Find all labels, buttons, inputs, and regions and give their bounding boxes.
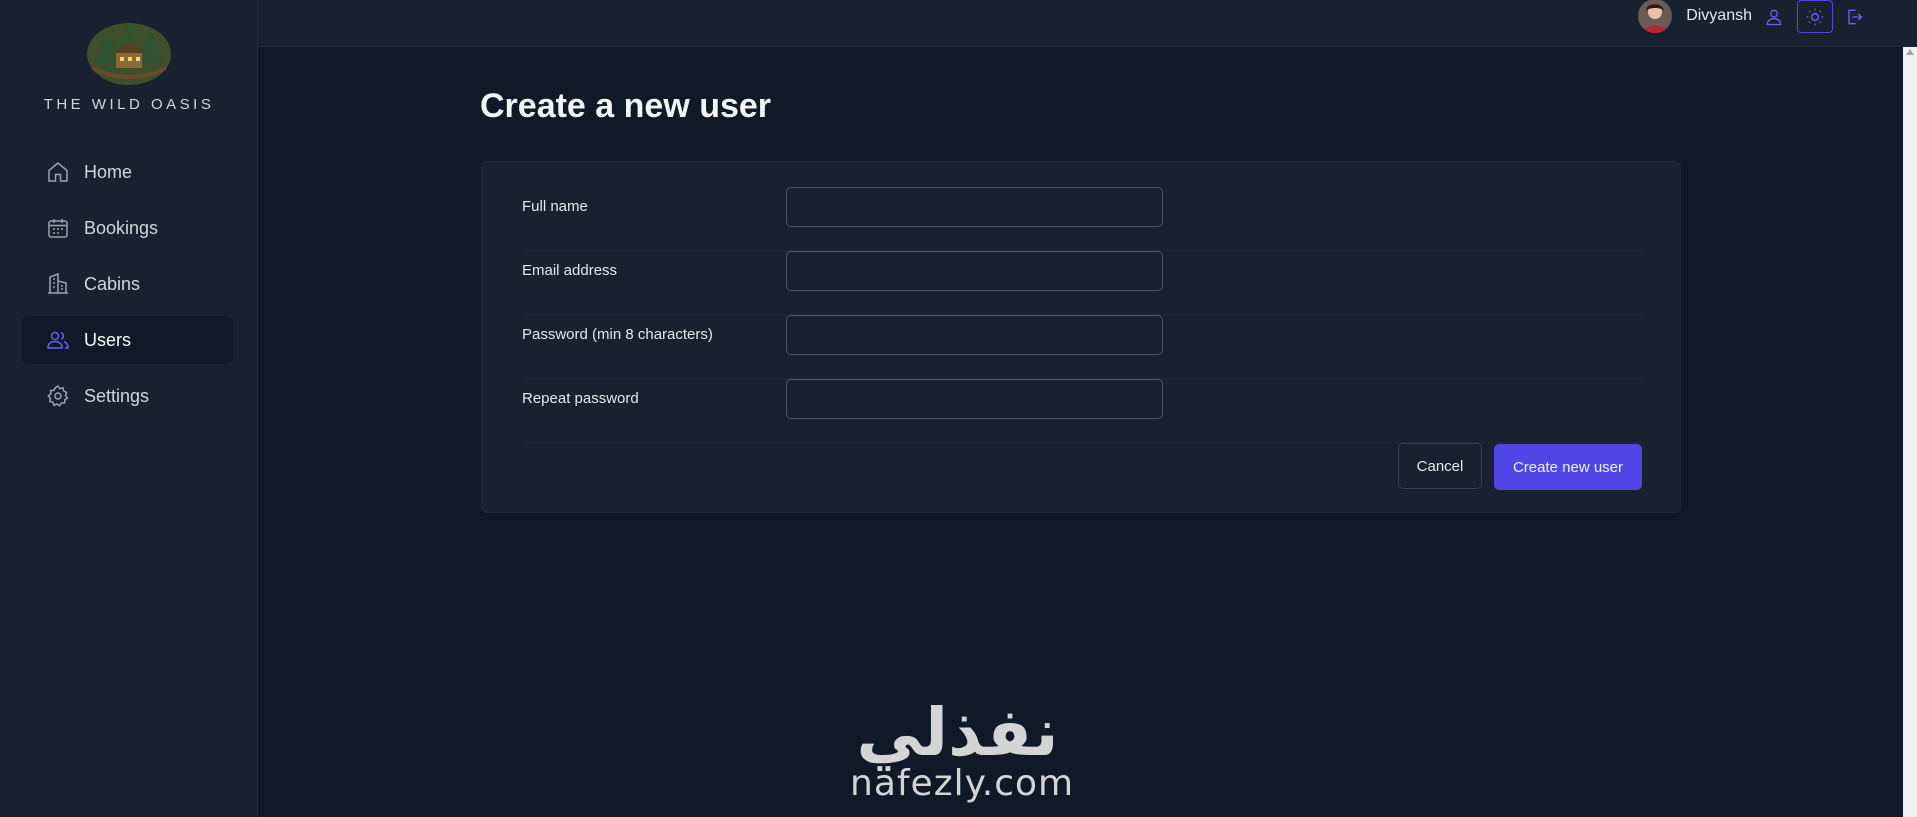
email-input[interactable]: [786, 251, 1163, 291]
main-nav: Home Bookings Cabins Users Settings: [22, 148, 233, 428]
cancel-button[interactable]: Cancel: [1398, 443, 1482, 489]
user-icon: [1766, 9, 1782, 25]
scrollbar[interactable]: [1903, 47, 1917, 817]
home-icon: [46, 160, 70, 184]
form-row-full-name: Full name: [522, 187, 1642, 251]
form-row-repeat-password: Repeat password: [522, 379, 1642, 443]
username: Divyansh: [1686, 7, 1752, 24]
sidebar-item-users[interactable]: Users: [22, 316, 233, 364]
logo[interactable]: THE WILD OASIS: [0, 14, 258, 113]
sidebar: THE WILD OASIS Home Bookings Cabins User…: [0, 0, 258, 817]
password-input[interactable]: [786, 315, 1163, 355]
watermark-latin: nafezly.com: [850, 763, 1075, 804]
sidebar-item-label: Home: [84, 161, 133, 182]
repeat-password-label: Repeat password: [522, 390, 639, 407]
logo-image: [87, 22, 171, 85]
password-label: Password (min 8 characters): [522, 326, 713, 343]
users-icon: [46, 328, 70, 352]
building-icon: [46, 272, 70, 296]
app-root: THE WILD OASIS Home Bookings Cabins User…: [0, 0, 1917, 817]
page-title: Create a new user: [480, 87, 772, 125]
scroll-up-icon[interactable]: [1906, 49, 1914, 55]
create-user-form: Full name Email address Password (min 8 …: [481, 161, 1681, 513]
form-row-password: Password (min 8 characters): [522, 315, 1642, 379]
sidebar-item-label: Bookings: [84, 217, 159, 238]
calendar-icon: [46, 216, 70, 240]
form-row-email: Email address: [522, 251, 1642, 315]
account-button[interactable]: [1756, 0, 1792, 33]
user-profile[interactable]: Divyansh: [1638, 0, 1752, 33]
full-name-label: Full name: [522, 198, 588, 215]
watermark-arabic: نفذلي: [856, 694, 1059, 771]
main-content: Create a new user Full name Email addres…: [258, 47, 1903, 817]
sidebar-item-cabins[interactable]: Cabins: [22, 260, 233, 308]
sidebar-item-label: Cabins: [84, 273, 141, 294]
sidebar-item-label: Users: [84, 329, 132, 350]
sidebar-item-label: Settings: [84, 385, 150, 406]
create-user-button[interactable]: Create new user: [1494, 444, 1642, 490]
brand-name: THE WILD OASIS: [43, 96, 215, 113]
full-name-input[interactable]: [786, 187, 1163, 227]
watermark: نفذلي nafezly.com: [850, 694, 1075, 804]
logout-button[interactable]: [1836, 0, 1872, 33]
email-label: Email address: [522, 262, 618, 279]
sidebar-item-bookings[interactable]: Bookings: [22, 204, 233, 252]
gear-icon: [46, 384, 70, 408]
dark-mode-toggle[interactable]: [1797, 0, 1833, 33]
sun-icon: [1806, 8, 1824, 25]
avatar: [1638, 0, 1673, 33]
logout-icon: [1848, 9, 1863, 24]
sidebar-item-settings[interactable]: Settings: [22, 372, 233, 420]
top-header: Divyansh: [258, 0, 1917, 47]
repeat-password-input[interactable]: [786, 379, 1163, 419]
sidebar-item-home[interactable]: Home: [22, 148, 233, 196]
